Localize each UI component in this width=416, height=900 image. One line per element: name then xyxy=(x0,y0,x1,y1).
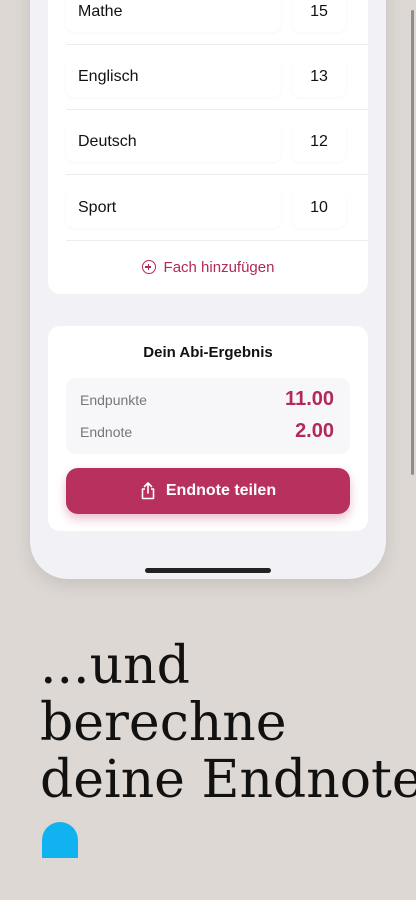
subject-grade-field[interactable]: 12 xyxy=(292,122,346,162)
result-card: Dein Abi-Ergebnis Endpunkte 11.00 Endnot… xyxy=(48,326,368,531)
subject-grade-field[interactable]: 10 xyxy=(292,188,346,228)
result-title: Dein Abi-Ergebnis xyxy=(143,344,273,361)
subject-name-field[interactable]: Sport xyxy=(66,188,281,228)
subject-name-field[interactable]: Mathe xyxy=(66,0,281,32)
home-indicator xyxy=(145,568,271,573)
subject-row: Mathe 15 xyxy=(66,0,368,45)
result-summary: Endpunkte 11.00 Endnote 2.00 xyxy=(66,378,350,454)
subject-name-field[interactable]: Englisch xyxy=(66,57,281,97)
marketing-headline: ...und berechne deine Endnote xyxy=(40,638,416,809)
subjects-card: Mathe 15 Englisch 13 Deutsch 12 Sport 10… xyxy=(48,0,368,294)
headline-line: berechne xyxy=(40,693,287,753)
phone-frame: Mathe 15 Englisch 13 Deutsch 12 Sport 10… xyxy=(30,0,414,579)
app-logo-icon xyxy=(42,822,78,858)
headline-line: deine Endnote xyxy=(40,750,416,810)
subject-grade-field[interactable]: 13 xyxy=(292,57,346,97)
subject-grade-field[interactable]: 15 xyxy=(292,0,346,32)
points-label: Endpunkte xyxy=(80,392,147,408)
points-value: 11.00 xyxy=(285,388,334,410)
share-icon xyxy=(141,482,155,500)
headline-line: ...und xyxy=(40,636,190,696)
subject-row: Sport 10 xyxy=(66,176,368,241)
plus-circle-icon xyxy=(141,260,156,274)
subject-row: Deutsch 12 xyxy=(66,110,368,175)
grade-label: Endnote xyxy=(80,424,133,440)
add-subject-label: Fach hinzufügen xyxy=(163,258,275,276)
share-grade-button[interactable]: Endnote teilen xyxy=(66,468,350,514)
grade-value: 2.00 xyxy=(295,420,334,442)
subject-row: Englisch 13 xyxy=(66,45,368,110)
scrollbar[interactable] xyxy=(411,10,414,475)
add-subject-button[interactable]: Fach hinzufügen xyxy=(48,256,368,278)
share-button-label: Endnote teilen xyxy=(165,482,277,499)
subject-name-field[interactable]: Deutsch xyxy=(66,122,281,162)
